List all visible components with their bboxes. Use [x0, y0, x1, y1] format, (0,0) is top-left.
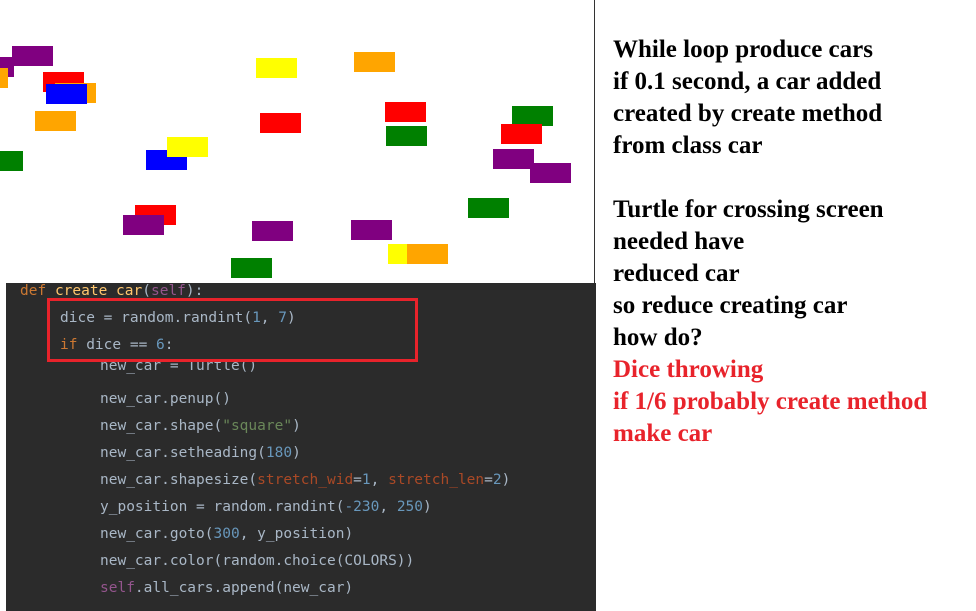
note-line: While loop produce cars — [613, 36, 873, 63]
number-literal: 1 — [361, 472, 371, 488]
number-literal: -230 — [344, 499, 380, 515]
string-literal: "square" — [222, 418, 293, 434]
self-keyword: self — [150, 283, 186, 299]
code-line-goto: new_car.goto(300, y_position) — [100, 521, 353, 548]
code-text: .all_cars.append(new_car) — [134, 580, 354, 596]
code-editor[interactable]: def create_car(self): dice = random.rand… — [6, 283, 596, 611]
note-line-highlight: Dice throwing — [613, 356, 764, 383]
function-name: create_car — [54, 283, 143, 299]
code-text: ) — [292, 445, 301, 461]
car — [354, 52, 395, 72]
note-line: needed have — [613, 228, 745, 255]
code-text: y_position = random.randint( — [100, 499, 345, 515]
code-line-penup: new_car.penup() — [100, 386, 231, 413]
car — [512, 106, 553, 126]
car — [167, 137, 208, 157]
car — [252, 221, 293, 241]
car — [256, 58, 297, 78]
note-line: so reduce creating car — [613, 292, 848, 319]
note-line-highlight: if 1/6 probably create method — [613, 388, 928, 415]
code-text: new_car.shape( — [100, 418, 223, 434]
car — [493, 149, 534, 169]
self-keyword: self — [100, 580, 135, 596]
code-line-y-position: y_position = random.randint(-230, 250) — [100, 494, 432, 521]
car — [231, 258, 272, 278]
code-text: ) — [292, 418, 301, 434]
annotation-text: While loop produce cars if 0.1 second, a… — [613, 34, 976, 450]
car — [0, 68, 8, 88]
note-line: how do? — [613, 324, 703, 351]
car — [385, 102, 426, 122]
car — [35, 111, 76, 131]
note-line: created by create method — [613, 100, 883, 127]
code-text: , — [379, 499, 397, 515]
car — [530, 163, 571, 183]
note-line: if 0.1 second, a car added — [613, 68, 882, 95]
keyword: def — [20, 283, 47, 299]
code-text: new_car.goto( — [100, 526, 214, 542]
paren: ( — [142, 283, 151, 299]
note-line-blank — [613, 162, 976, 194]
car — [351, 220, 392, 240]
turtle-canvas — [0, 0, 595, 283]
car — [468, 198, 509, 218]
paren: ): — [185, 283, 204, 299]
code-line-color: new_car.color(random.choice(COLORS)) — [100, 548, 414, 575]
named-parameter: stretch_len — [388, 472, 485, 488]
code-line-new-car: new_car = Turtle() — [100, 359, 257, 379]
note-line: reduced car — [613, 260, 740, 287]
note-line: Turtle for crossing screen — [613, 196, 884, 223]
car — [0, 151, 23, 171]
code-text: ) — [423, 499, 432, 515]
car — [386, 126, 427, 146]
code-text: , — [370, 472, 389, 488]
code-text: new_car.color(random.choice(COLORS)) — [100, 553, 415, 569]
car — [123, 215, 164, 235]
note-line-highlight: make car — [613, 420, 713, 447]
car — [407, 244, 448, 264]
code-line-append: self.all_cars.append(new_car) — [100, 575, 353, 602]
car — [46, 84, 87, 104]
code-text: ) — [501, 472, 511, 488]
car — [12, 46, 53, 66]
highlight-box — [47, 298, 418, 362]
code-text: new_car.penup() — [100, 391, 231, 407]
car — [501, 124, 542, 144]
car — [260, 113, 301, 133]
number-literal: 250 — [396, 499, 424, 515]
code-line-shapesize: new_car.shapesize(stretch_wid=1, stretch… — [100, 467, 510, 494]
code-line-setheading: new_car.setheading(180) — [100, 440, 301, 467]
number-literal: 300 — [213, 526, 240, 542]
code-text: , y_position) — [239, 526, 354, 542]
code-text: = — [353, 472, 362, 488]
note-line: from class car — [613, 132, 763, 159]
code-text: new_car.shapesize( — [100, 472, 258, 488]
named-parameter: stretch_wid — [257, 472, 354, 488]
code-text: = — [484, 472, 493, 488]
number-literal: 2 — [492, 472, 502, 488]
number-literal: 180 — [265, 445, 293, 461]
code-text: new_car.setheading( — [100, 445, 266, 461]
code-line-shape: new_car.shape("square") — [100, 413, 301, 440]
